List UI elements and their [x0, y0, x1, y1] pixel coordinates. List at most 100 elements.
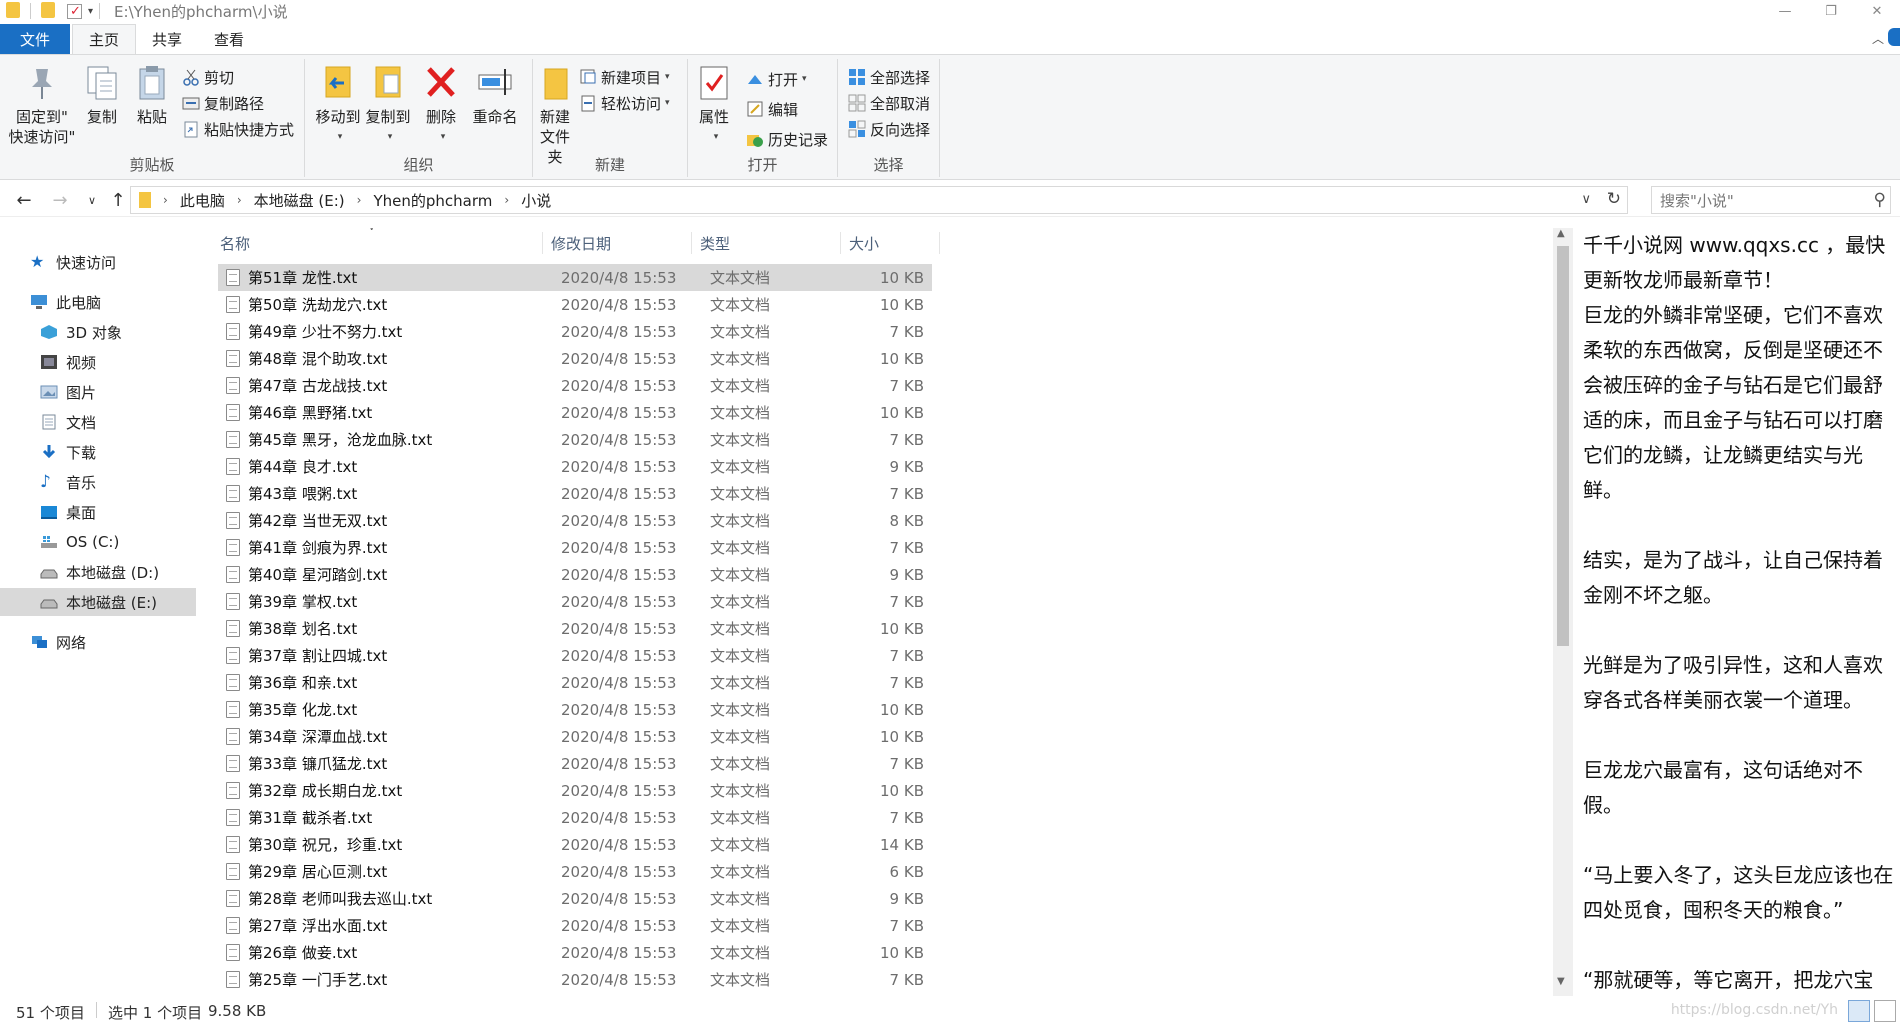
- file-row[interactable]: 第27章 浮出水面.txt 2020/4/8 15:53 文本文档 7 KB: [218, 912, 932, 939]
- scrollbar-thumb[interactable]: [1557, 246, 1569, 646]
- file-row[interactable]: 第36章 和亲.txt 2020/4/8 15:53 文本文档 7 KB: [218, 669, 932, 696]
- copy-path-button[interactable]: 复制路径: [182, 91, 264, 115]
- breadcrumb-chevron-icon[interactable]: ›: [504, 193, 509, 207]
- tab-view[interactable]: 查看: [198, 24, 260, 54]
- nav-drive-c[interactable]: OS (C:): [0, 528, 196, 556]
- file-row[interactable]: 第37章 割让四城.txt 2020/4/8 15:53 文本文档 7 KB: [218, 642, 932, 669]
- file-row[interactable]: 第49章 少壮不努力.txt 2020/4/8 15:53 文本文档 7 KB: [218, 318, 932, 345]
- nav-pictures[interactable]: 图片: [0, 378, 196, 406]
- search-input[interactable]: 搜索"小说" ⚲: [1651, 186, 1891, 214]
- quick-access-dropdown-icon[interactable]: ▾: [88, 6, 93, 17]
- select-all-button[interactable]: 全部选择: [848, 65, 930, 89]
- file-row[interactable]: 第44章 良才.txt 2020/4/8 15:53 文本文档 9 KB: [218, 453, 932, 480]
- file-row[interactable]: 第39章 掌权.txt 2020/4/8 15:53 文本文档 7 KB: [218, 588, 932, 615]
- file-row[interactable]: 第51章 龙性.txt 2020/4/8 15:53 文本文档 10 KB: [218, 264, 932, 291]
- tab-file[interactable]: 文件: [0, 24, 70, 54]
- breadcrumb-this-pc[interactable]: 此电脑: [180, 190, 225, 211]
- file-row[interactable]: 第26章 做妾.txt 2020/4/8 15:53 文本文档 10 KB: [218, 939, 932, 966]
- search-icon[interactable]: ⚲: [1874, 190, 1886, 210]
- address-bar[interactable]: › 此电脑 › 本地磁盘 (E:) › Yhen的phcharm › 小说 ∨ …: [130, 186, 1628, 214]
- new-item-button[interactable]: 新建项目 ▾: [579, 65, 670, 89]
- scroll-up-icon[interactable]: ▲: [1557, 228, 1565, 239]
- preview-scrollbar[interactable]: ▲ ▼: [1553, 228, 1573, 996]
- properties-check-icon[interactable]: ✓: [67, 3, 82, 19]
- nav-documents[interactable]: 文档: [0, 408, 196, 436]
- paste-shortcut-button[interactable]: 粘贴快捷方式: [182, 117, 294, 141]
- up-button[interactable]: ↑: [106, 188, 130, 212]
- folder-icon[interactable]: [6, 2, 24, 20]
- copy-button[interactable]: 复制: [80, 63, 124, 127]
- large-icons-view-icon[interactable]: [1874, 1000, 1896, 1022]
- nav-music[interactable]: ♪ 音乐: [0, 468, 196, 496]
- file-row[interactable]: 第42章 当世无双.txt 2020/4/8 15:53 文本文档 8 KB: [218, 507, 932, 534]
- column-header-size[interactable]: 大小: [841, 232, 940, 254]
- file-row[interactable]: 第35章 化龙.txt 2020/4/8 15:53 文本文档 10 KB: [218, 696, 932, 723]
- file-row[interactable]: 第45章 黑牙，沧龙血脉.txt 2020/4/8 15:53 文本文档 7 KB: [218, 426, 932, 453]
- cut-button[interactable]: 剪切: [182, 65, 234, 89]
- file-row[interactable]: 第30章 祝兄，珍重.txt 2020/4/8 15:53 文本文档 14 KB: [218, 831, 932, 858]
- invert-selection-button[interactable]: 反向选择: [848, 117, 930, 141]
- forward-button[interactable]: →: [48, 188, 72, 212]
- edit-button[interactable]: 编辑: [746, 97, 798, 121]
- file-row[interactable]: 第40章 星河踏剑.txt 2020/4/8 15:53 文本文档 9 KB: [218, 561, 932, 588]
- help-icon[interactable]: [1888, 28, 1900, 46]
- paste-button[interactable]: 粘贴: [130, 63, 174, 127]
- easy-access-button[interactable]: 轻松访问 ▾: [579, 91, 670, 115]
- file-row[interactable]: 第48章 混个助攻.txt 2020/4/8 15:53 文本文档 10 KB: [218, 345, 932, 372]
- close-button[interactable]: ✕: [1854, 0, 1900, 22]
- file-row[interactable]: 第41章 剑痕为界.txt 2020/4/8 15:53 文本文档 7 KB: [218, 534, 932, 561]
- file-row[interactable]: 第50章 洗劫龙穴.txt 2020/4/8 15:53 文本文档 10 KB: [218, 291, 932, 318]
- rename-button[interactable]: 重命名: [465, 63, 525, 127]
- back-button[interactable]: ←: [12, 188, 36, 212]
- quick-access-folder-icon[interactable]: [41, 2, 59, 20]
- nav-downloads[interactable]: 下载: [0, 438, 196, 466]
- details-view-icon[interactable]: [1848, 1000, 1870, 1022]
- file-row[interactable]: 第43章 喂粥.txt 2020/4/8 15:53 文本文档 7 KB: [218, 480, 932, 507]
- new-folder-button[interactable]: 新建 文件夹: [533, 63, 577, 167]
- tab-share[interactable]: 共享: [136, 24, 198, 54]
- pin-quick-access-button[interactable]: 固定到" 快速访问": [6, 63, 78, 147]
- copy-to-button[interactable]: 复制到 ▾: [363, 63, 413, 147]
- move-to-button[interactable]: 移动到 ▾: [313, 63, 363, 147]
- nav-desktop[interactable]: 桌面: [0, 498, 196, 526]
- file-row[interactable]: 第46章 黑野猪.txt 2020/4/8 15:53 文本文档 10 KB: [218, 399, 932, 426]
- file-row[interactable]: 第34章 深潭血战.txt 2020/4/8 15:53 文本文档 10 KB: [218, 723, 932, 750]
- file-row[interactable]: 第31章 截杀者.txt 2020/4/8 15:53 文本文档 7 KB: [218, 804, 932, 831]
- column-header-name[interactable]: 名称: [212, 232, 543, 254]
- nav-network[interactable]: 网络: [0, 628, 196, 656]
- breadcrumb-chevron-icon[interactable]: ›: [237, 193, 242, 207]
- collapse-ribbon-icon[interactable]: ︿: [1872, 30, 1884, 47]
- refresh-icon[interactable]: ↻: [1607, 189, 1621, 209]
- history-button[interactable]: 历史记录: [746, 127, 828, 151]
- column-header-type[interactable]: 类型: [692, 232, 841, 254]
- address-dropdown-icon[interactable]: ∨: [1581, 192, 1591, 207]
- nav-videos[interactable]: 视频: [0, 348, 196, 376]
- file-row[interactable]: 第33章 镰爪猛龙.txt 2020/4/8 15:53 文本文档 7 KB: [218, 750, 932, 777]
- breadcrumb-novel[interactable]: 小说: [521, 190, 551, 211]
- nav-drive-e[interactable]: 本地磁盘 (E:): [0, 588, 196, 616]
- nav-this-pc[interactable]: 此电脑: [0, 288, 196, 316]
- file-row[interactable]: 第32章 成长期白龙.txt 2020/4/8 15:53 文本文档 10 KB: [218, 777, 932, 804]
- select-none-button[interactable]: 全部取消: [848, 91, 930, 115]
- tab-home[interactable]: 主页: [72, 24, 137, 54]
- file-row[interactable]: 第38章 划名.txt 2020/4/8 15:53 文本文档 10 KB: [218, 615, 932, 642]
- file-row[interactable]: 第29章 居心叵测.txt 2020/4/8 15:53 文本文档 6 KB: [218, 858, 932, 885]
- recent-locations-icon[interactable]: ∨: [80, 188, 104, 212]
- nav-drive-d[interactable]: 本地磁盘 (D:): [0, 558, 196, 586]
- file-row[interactable]: 第47章 古龙战技.txt 2020/4/8 15:53 文本文档 7 KB: [218, 372, 932, 399]
- breadcrumb-chevron-icon[interactable]: ›: [357, 193, 362, 207]
- file-row[interactable]: 第25章 一门手艺.txt 2020/4/8 15:53 文本文档 7 KB: [218, 966, 932, 993]
- scroll-down-icon[interactable]: ▼: [1557, 976, 1565, 987]
- open-button[interactable]: 打开 ▾: [746, 67, 807, 91]
- nav-3d-objects[interactable]: 3D 对象: [0, 318, 196, 346]
- breadcrumb-drive-e[interactable]: 本地磁盘 (E:): [254, 190, 345, 211]
- minimize-button[interactable]: —: [1762, 0, 1808, 22]
- nav-quick-access[interactable]: ★ 快速访问: [0, 248, 196, 276]
- delete-button[interactable]: 删除 ▾: [419, 63, 463, 147]
- restore-button[interactable]: ❐: [1808, 0, 1854, 22]
- breadcrumb-yhen-phcharm[interactable]: Yhen的phcharm: [373, 190, 492, 211]
- breadcrumb-chevron-icon[interactable]: ›: [163, 193, 168, 207]
- column-header-date[interactable]: 修改日期: [543, 232, 692, 254]
- properties-button[interactable]: 属性 ▾: [692, 63, 736, 147]
- file-row[interactable]: 第28章 老师叫我去巡山.txt 2020/4/8 15:53 文本文档 9 KB: [218, 885, 932, 912]
